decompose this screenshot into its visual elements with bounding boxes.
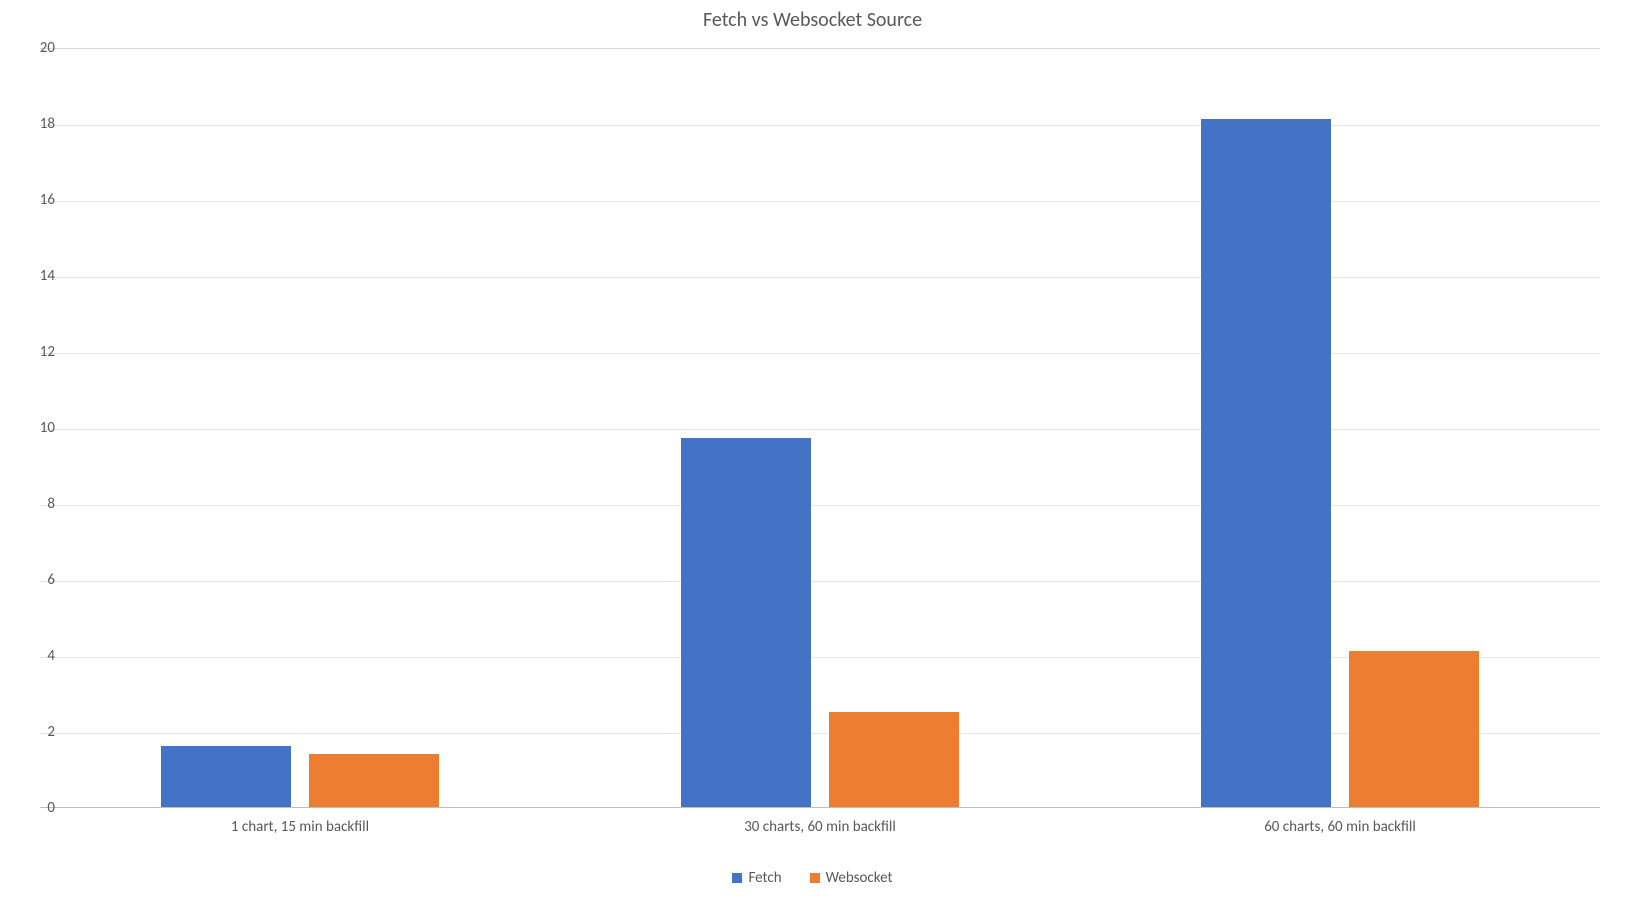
gridline <box>40 353 1600 354</box>
y-tick-label: 10 <box>25 419 55 437</box>
legend-item-fetch: Fetch <box>732 869 781 887</box>
category-label: 60 charts, 60 min backfill <box>1190 818 1490 836</box>
category-label: 30 charts, 60 min backfill <box>670 818 970 836</box>
bar-fetch <box>161 746 291 807</box>
y-tick-label: 0 <box>25 799 55 817</box>
y-tick-label: 16 <box>25 191 55 209</box>
bar-fetch <box>1201 119 1331 807</box>
legend-swatch-fetch <box>732 873 742 883</box>
y-tick-label: 8 <box>25 495 55 513</box>
legend-label-websocket: Websocket <box>826 869 893 887</box>
legend-label-fetch: Fetch <box>748 869 781 887</box>
gridline <box>40 505 1600 506</box>
y-tick-label: 18 <box>25 115 55 133</box>
bar-fetch <box>681 438 811 807</box>
gridline <box>40 277 1600 278</box>
gridline <box>40 125 1600 126</box>
y-tick-label: 2 <box>25 723 55 741</box>
bar-chart: Fetch vs Websocket Source Fetch Websocke… <box>0 0 1625 899</box>
y-tick-label: 6 <box>25 571 55 589</box>
y-tick-label: 20 <box>25 39 55 57</box>
gridline <box>40 581 1600 582</box>
plot-area <box>40 48 1600 808</box>
gridline <box>40 429 1600 430</box>
legend: Fetch Websocket <box>0 869 1625 887</box>
legend-item-websocket: Websocket <box>810 869 893 887</box>
y-tick-label: 12 <box>25 343 55 361</box>
bar-websocket <box>309 754 439 807</box>
legend-swatch-websocket <box>810 873 820 883</box>
chart-title: Fetch vs Websocket Source <box>0 8 1625 32</box>
y-tick-label: 14 <box>25 267 55 285</box>
gridline <box>40 201 1600 202</box>
category-label: 1 chart, 15 min backfill <box>150 818 450 836</box>
bar-websocket <box>1349 651 1479 807</box>
y-tick-label: 4 <box>25 647 55 665</box>
bar-websocket <box>829 712 959 807</box>
